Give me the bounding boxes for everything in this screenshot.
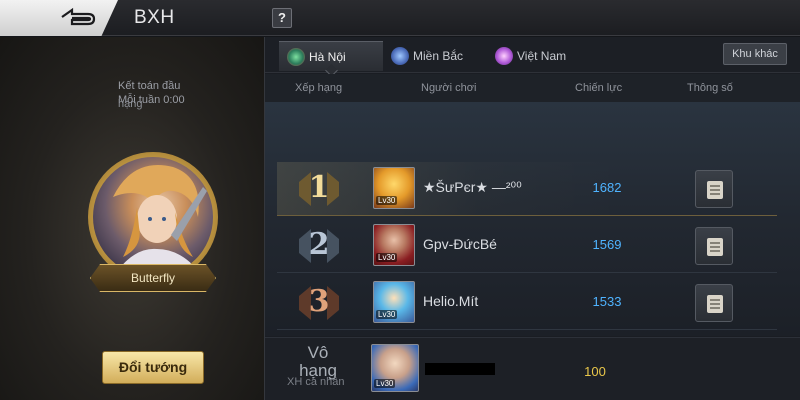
scroll-icon	[707, 295, 723, 313]
player-name: Gpv-ĐứcBé	[423, 236, 497, 252]
hero-portrait	[93, 157, 213, 277]
power-value: 1682	[592, 180, 622, 195]
hero-portrait-art	[113, 165, 207, 277]
settlement-note-line1: Kết toán đầu	[118, 80, 181, 92]
top-bar: BXH ?	[0, 0, 800, 36]
header-rank: Xếp hạng	[295, 82, 343, 94]
rank-medal-bronze-icon: 3	[297, 282, 341, 324]
header-power: Chiến lực	[575, 82, 623, 94]
my-rank-line1: Vô	[307, 343, 329, 362]
back-button[interactable]	[0, 0, 118, 36]
rank-medal-silver-icon: 2	[297, 225, 341, 267]
rank-number: 3	[308, 284, 330, 319]
table-row[interactable]: 2 Lv30 Gpv-ĐứcBé 1569	[277, 219, 777, 273]
my-rank-label: XH cá nhân	[287, 376, 345, 388]
table-row[interactable]: 1 Lv30 ★ŠưPєr★ —²⁰⁰ 1682	[277, 162, 777, 216]
avatar[interactable]: Lv30	[373, 281, 415, 323]
rank-medal-gold-icon: 1	[297, 168, 341, 210]
tab-label: Miền Bắc	[413, 49, 464, 63]
other-region-button[interactable]: Khu khác	[723, 43, 787, 65]
help-button[interactable]: ?	[272, 8, 292, 28]
vietnam-region-icon	[495, 47, 513, 65]
avatar[interactable]: Lv30	[373, 167, 415, 209]
leaderboard-panel: Hà Nội Miền Bắc Việt Nam Khu khác Xếp hạ…	[264, 37, 800, 400]
player-name: Helio.Mít	[423, 293, 479, 309]
hero-name-badge: Butterfly	[90, 264, 216, 292]
player-details-button[interactable]	[695, 227, 733, 265]
table-row[interactable]: 3 Lv30 Helio.Mít 1533	[277, 276, 777, 330]
my-rank: Vô hạng	[285, 344, 351, 380]
my-power-value: 100	[584, 364, 606, 379]
header-stats: Thông số	[687, 82, 733, 94]
my-name-redacted	[425, 363, 495, 375]
tab-viet-nam[interactable]: Việt Nam	[487, 41, 591, 71]
scroll-icon	[707, 238, 723, 256]
player-details-button[interactable]	[695, 284, 733, 322]
level-badge: Lv30	[376, 310, 398, 319]
my-avatar[interactable]: Lv30	[371, 344, 419, 392]
column-headers: Xếp hạng Người chơi Chiến lực Thông số	[265, 74, 800, 102]
player-name: ★ŠưPєr★ —²⁰⁰	[423, 179, 522, 195]
my-ranking-row: Vô hạng XH cá nhân Lv30 100	[265, 337, 800, 400]
region-tabs: Hà Nội Miền Bắc Việt Nam Khu khác	[265, 37, 800, 73]
level-badge: Lv30	[376, 253, 398, 262]
ranking-list: 1 Lv30 ★ŠưPєr★ —²⁰⁰ 1682 2 Lv30 Gpv-ĐứcB…	[265, 102, 800, 336]
hero-portrait-frame	[88, 152, 218, 282]
level-badge: Lv30	[374, 379, 396, 388]
power-value: 1569	[592, 237, 622, 252]
power-value: 1533	[592, 294, 622, 309]
change-hero-button[interactable]: Đổi tướng	[102, 351, 204, 384]
rank-number: 1	[308, 170, 330, 205]
page-title: BXH	[134, 7, 175, 28]
header-player: Người chơi	[421, 82, 477, 94]
back-arrow-icon	[61, 7, 96, 26]
tab-mien-bac[interactable]: Miền Bắc	[383, 41, 487, 71]
avatar[interactable]: Lv30	[373, 224, 415, 266]
hanoi-region-icon	[287, 48, 305, 66]
tab-ha-noi[interactable]: Hà Nội	[279, 41, 383, 71]
settlement-note: Kết toán đầu Mỗi tuần 0:00 hạng	[118, 80, 228, 110]
tab-label: Hà Nội	[309, 50, 346, 64]
level-badge: Lv30	[376, 196, 398, 205]
north-region-icon	[391, 47, 409, 65]
player-details-button[interactable]	[695, 170, 733, 208]
scroll-icon	[707, 181, 723, 199]
rank-number: 2	[308, 227, 330, 262]
tab-label: Việt Nam	[517, 49, 567, 63]
